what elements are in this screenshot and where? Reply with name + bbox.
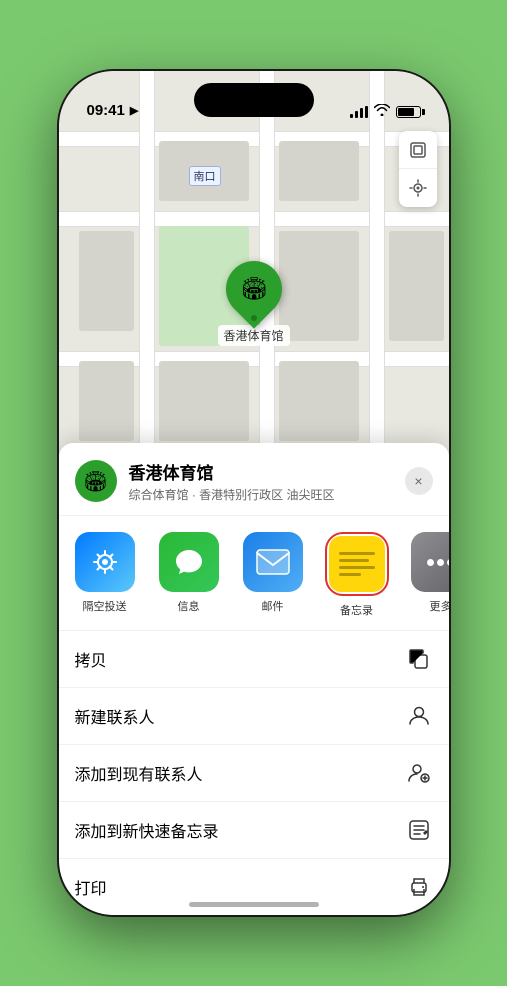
share-item-more[interactable]: 更多 (403, 532, 449, 618)
pin-icon: 🏟 (240, 276, 268, 302)
venue-header: 🏟 香港体育馆 综合体育馆 · 香港特别行政区 油尖旺区 × (59, 443, 449, 516)
action-new-contact[interactable]: 新建联系人 (59, 688, 449, 745)
action-list: 拷贝 新建联系人 (59, 630, 449, 915)
map-layers-button[interactable] (399, 131, 437, 169)
print-icon (405, 873, 433, 901)
action-add-note[interactable]: 添加到新快速备忘录 (59, 802, 449, 859)
status-time: 09:41 ▶ (87, 102, 139, 119)
share-row: 隔空投送 信息 (59, 516, 449, 626)
map-block (79, 231, 134, 331)
copy-icon (405, 645, 433, 673)
messages-icon (159, 532, 219, 592)
venue-name: 香港体育馆 (129, 459, 405, 484)
status-icons (350, 104, 421, 119)
venue-icon: 🏟 (75, 460, 117, 502)
add-contact-icon (405, 759, 433, 787)
share-item-mail[interactable]: 邮件 (235, 532, 311, 618)
dynamic-island (194, 83, 314, 117)
map-controls (399, 131, 437, 207)
map-block (159, 361, 249, 441)
time-label: 09:41 (87, 102, 125, 119)
road (59, 211, 449, 227)
venue-desc: 综合体育馆 · 香港特别行政区 油尖旺区 (129, 486, 405, 503)
add-contact-label: 添加到现有联系人 (75, 761, 203, 785)
phone-frame: 09:41 ▶ (59, 71, 449, 915)
airdrop-icon (75, 532, 135, 592)
share-item-messages[interactable]: 信息 (151, 532, 227, 618)
bottom-sheet: 🏟 香港体育馆 综合体育馆 · 香港特别行政区 油尖旺区 × (59, 443, 449, 915)
map-block (279, 231, 359, 341)
add-note-label: 添加到新快速备忘录 (75, 818, 219, 842)
notes-icon (329, 536, 385, 592)
add-note-icon (405, 816, 433, 844)
location-arrow-icon: ▶ (130, 104, 138, 117)
messages-label: 信息 (178, 598, 200, 614)
road (59, 131, 449, 147)
close-button[interactable]: × (405, 467, 433, 495)
phone-screen: 09:41 ▶ (59, 71, 449, 915)
action-add-contact[interactable]: 添加到现有联系人 (59, 745, 449, 802)
map-block (279, 361, 359, 441)
more-icon (411, 532, 449, 592)
map-block (79, 361, 134, 441)
new-contact-icon (405, 702, 433, 730)
action-copy[interactable]: 拷贝 (59, 631, 449, 688)
venue-info: 香港体育馆 综合体育馆 · 香港特别行政区 油尖旺区 (129, 459, 405, 503)
pin-dot (250, 315, 256, 321)
copy-label: 拷贝 (75, 647, 107, 671)
airdrop-label: 隔空投送 (83, 598, 127, 614)
new-contact-label: 新建联系人 (75, 704, 155, 728)
signal-icon (350, 106, 368, 118)
more-label: 更多 (430, 598, 449, 614)
wifi-icon (374, 104, 390, 119)
mail-label: 邮件 (262, 598, 284, 614)
location-button[interactable] (399, 169, 437, 207)
share-item-airdrop[interactable]: 隔空投送 (67, 532, 143, 618)
battery-icon (396, 106, 421, 118)
home-indicator (189, 902, 319, 907)
notes-label: 备忘录 (340, 602, 373, 618)
mail-icon (243, 532, 303, 592)
notes-selected-border (325, 532, 389, 596)
location-pin: 🏟 香港体育馆 (217, 261, 289, 346)
share-item-notes[interactable]: 备忘录 (319, 532, 395, 618)
print-label: 打印 (75, 875, 107, 899)
map-block (279, 141, 359, 201)
map-block (389, 231, 444, 341)
map-label: 南口 (189, 166, 221, 186)
